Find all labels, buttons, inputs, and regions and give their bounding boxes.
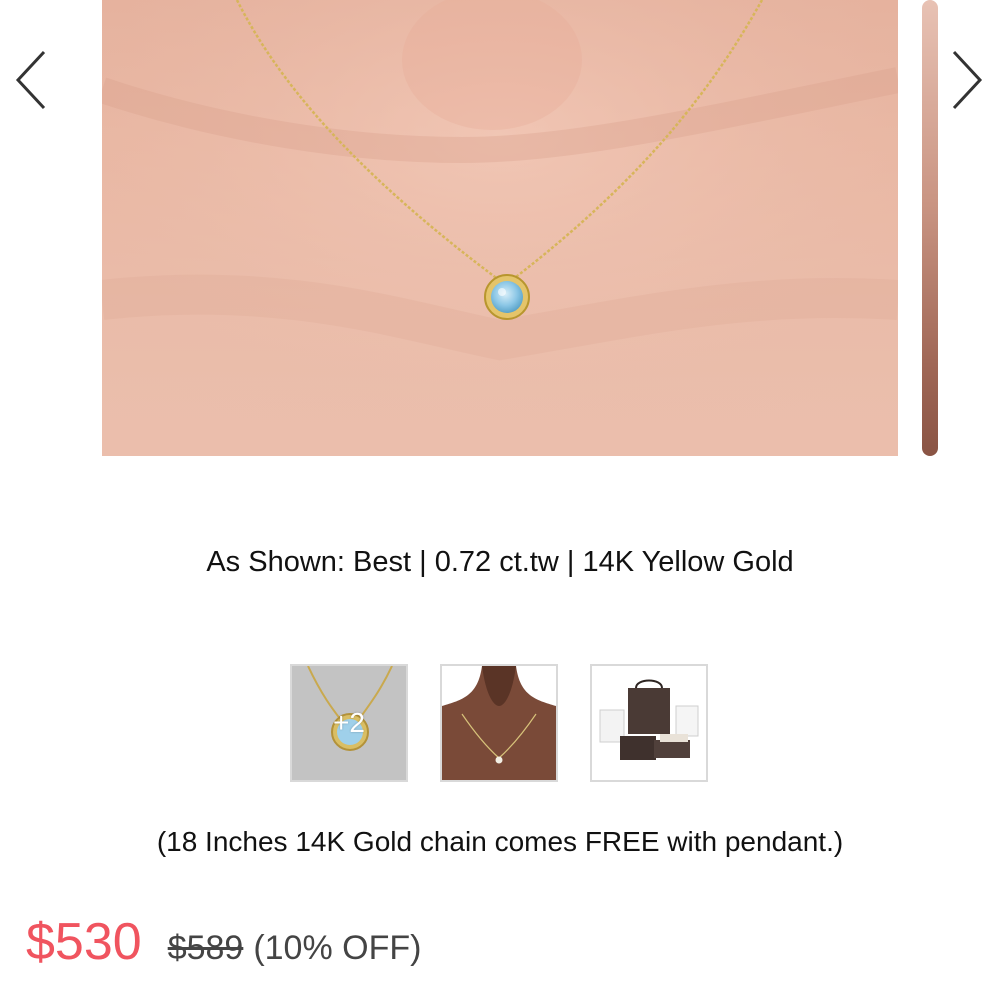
gallery-scrollbar-thumb[interactable] <box>922 0 938 456</box>
chain-free-note: (18 Inches 14K Gold chain comes FREE wit… <box>156 826 844 857</box>
variant-caption: As Shown: Best | 0.72 ct.tw | 14K Yellow… <box>206 546 794 578</box>
discount-label: (10% OFF) <box>253 929 422 967</box>
product-page: As Shown: Best | 0.72 ct.tw | 14K Yellow… <box>0 0 1000 1000</box>
product-main-image[interactable] <box>102 0 898 456</box>
thumbnail-gift-packaging[interactable] <box>590 664 708 782</box>
gallery-next-button[interactable] <box>948 48 988 112</box>
thumbnail-strip: +2 <box>290 664 710 784</box>
original-price: $589 <box>167 929 244 967</box>
price-row: $530 $589 (10% OFF) <box>26 912 421 976</box>
model-wearing-image <box>442 666 556 780</box>
gallery-prev-button[interactable] <box>10 48 50 112</box>
chevron-right-icon <box>952 50 983 110</box>
necklace-on-model-image <box>102 0 898 456</box>
chevron-left-icon <box>15 50 46 110</box>
thumbnail-pendant-closeup[interactable]: +2 <box>290 664 408 782</box>
gallery-scrollbar[interactable] <box>922 0 938 456</box>
thumbnail-more-count: +2 <box>333 707 365 738</box>
current-price: $530 <box>26 913 142 971</box>
gift-packaging-image <box>592 666 706 780</box>
thumbnail-model-wearing[interactable] <box>440 664 558 782</box>
